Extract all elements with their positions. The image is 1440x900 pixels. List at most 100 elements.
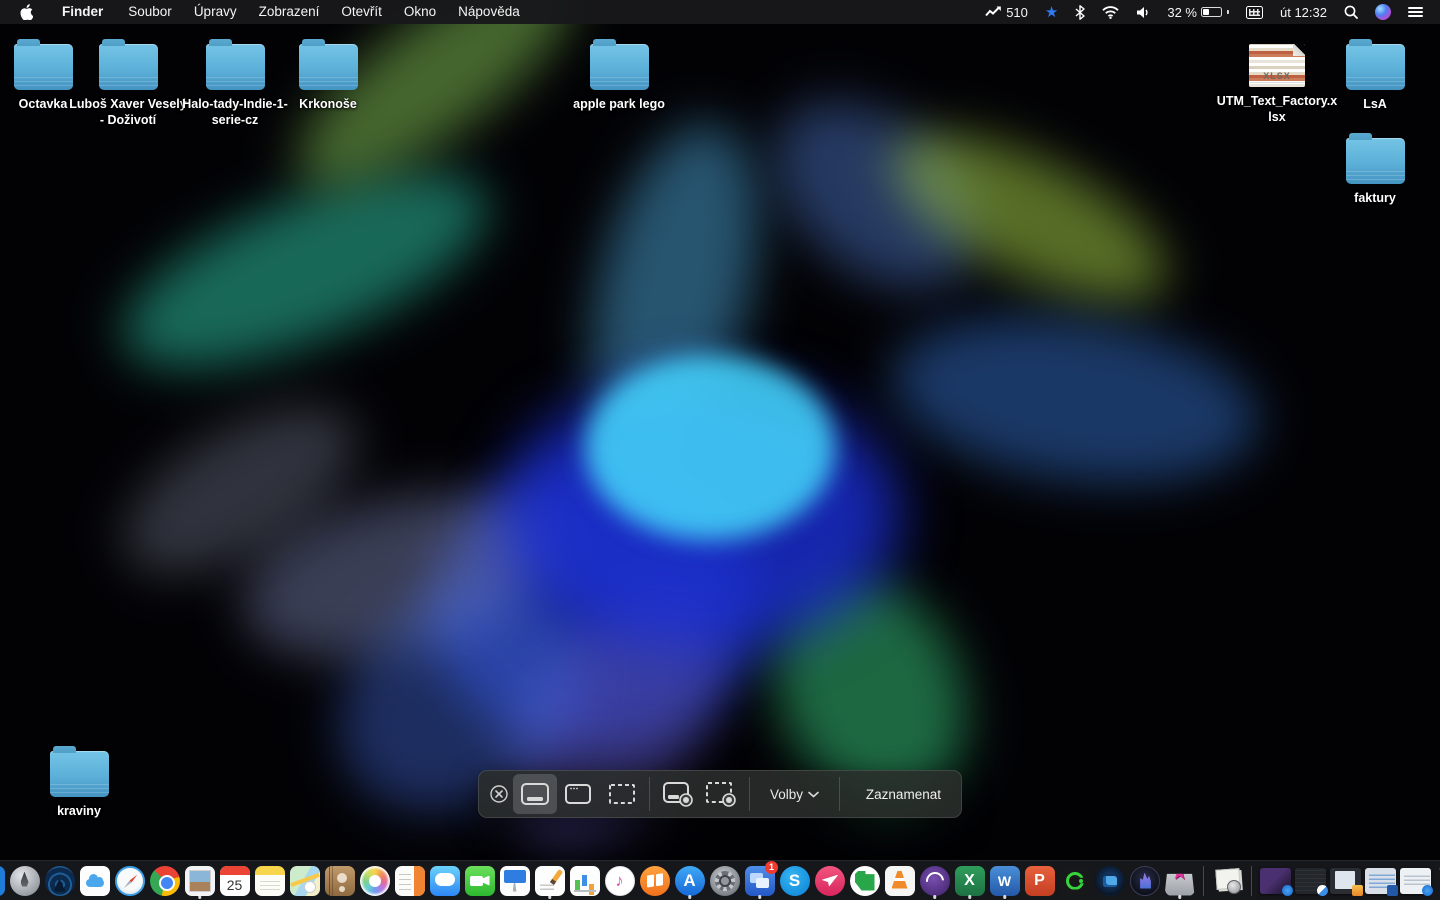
menubar-app-name[interactable]: Finder: [51, 0, 117, 24]
dock-item-minimized-window-doc-2[interactable]: [1400, 863, 1431, 899]
options-label: Volby: [770, 787, 803, 802]
dock-item-launchpad[interactable]: [9, 863, 40, 899]
dock-item-trash[interactable]: [1435, 863, 1440, 899]
wifi-icon: [1102, 6, 1119, 19]
dock-item-minimized-window-doc-1[interactable]: [1365, 863, 1396, 899]
dock-separator: [1203, 866, 1204, 896]
dock-item-chrome[interactable]: [149, 863, 180, 899]
minimized-window-app-badge: [1282, 885, 1293, 896]
dock-item-pages[interactable]: [534, 863, 565, 899]
dock-item-maps[interactable]: [289, 863, 320, 899]
battery-status-item[interactable]: 32 %: [1162, 0, 1234, 24]
dock-item-preview[interactable]: [184, 863, 215, 899]
toolbar-divider: [749, 777, 750, 811]
battery-icon: [1201, 7, 1222, 18]
dock-item-airmail[interactable]: [814, 863, 845, 899]
menu-upravy[interactable]: Úpravy: [183, 0, 248, 24]
capture-window-button[interactable]: [557, 774, 600, 814]
desktop-icon-kraviny[interactable]: kraviny: [17, 745, 141, 820]
close-toolbar-button[interactable]: [485, 785, 513, 803]
dock-item-blue-rings-app[interactable]: [44, 863, 75, 899]
input-source-status-item[interactable]: [1241, 0, 1268, 24]
menu-bar: Finder Soubor Úpravy Zobrazení Otevřít O…: [0, 0, 1440, 24]
dock-item-calculator-notepad-app[interactable]: [394, 863, 425, 899]
dock-item-photos[interactable]: [359, 863, 390, 899]
dock-item-facetime[interactable]: [464, 863, 495, 899]
volume-status-item[interactable]: [1131, 0, 1155, 24]
clock-status-item[interactable]: út 12:32: [1275, 0, 1332, 24]
menu-napoveda[interactable]: Nápověda: [447, 0, 531, 24]
dock-item-robot-app[interactable]: [1094, 863, 1125, 899]
dock-item-notes[interactable]: [254, 863, 285, 899]
spotlight-status-item[interactable]: [1339, 0, 1363, 24]
dock-item-evernote[interactable]: [849, 863, 880, 899]
dock-item-numbers[interactable]: [569, 863, 600, 899]
capture-selection-icon: [608, 782, 636, 806]
dock-item-powerpoint[interactable]: [1024, 863, 1055, 899]
record-entire-screen-button[interactable]: [656, 774, 699, 814]
record-selection-button[interactable]: [700, 774, 743, 814]
capture-entire-screen-button[interactable]: [513, 774, 556, 814]
dock-item-excel[interactable]: [954, 863, 985, 899]
running-indicator: [198, 895, 202, 899]
desktop-icon-krkonose[interactable]: Krkonoše: [266, 38, 390, 113]
dock-item-crystal-city-app[interactable]: [1129, 863, 1160, 899]
dock-item-vlc[interactable]: [884, 863, 915, 899]
minimized-window-app-badge: [1317, 885, 1328, 896]
icon-label: faktury: [1354, 191, 1396, 207]
menu-otevrit[interactable]: Otevřít: [330, 0, 393, 24]
options-dropdown[interactable]: Volby: [756, 774, 833, 814]
dock-item-contacts[interactable]: [324, 863, 355, 899]
blue-rings-app-icon: [45, 866, 75, 896]
dock-item-skype[interactable]: [779, 863, 810, 899]
dock-item-safari[interactable]: [114, 863, 145, 899]
capture-record-button[interactable]: Zaznamenat: [846, 771, 961, 817]
minimized-window-app-badge: [1387, 885, 1398, 896]
dock-item-messages[interactable]: [429, 863, 460, 899]
dock-item-screen-share-app[interactable]: 1: [744, 863, 775, 899]
star-status-item[interactable]: ★: [1040, 0, 1063, 24]
dock-item-keynote[interactable]: [499, 863, 530, 899]
running-indicator: [1178, 895, 1182, 899]
apple-menu[interactable]: [0, 4, 51, 20]
notification-center-icon: [1408, 7, 1423, 17]
capture-selection-button[interactable]: [600, 774, 643, 814]
menu-zobrazeni[interactable]: Zobrazení: [248, 0, 331, 24]
stocks-status-item[interactable]: 510: [980, 0, 1033, 24]
dock-item-photo-stack[interactable]: [1212, 863, 1243, 899]
dock-item-pink-star-box-app[interactable]: [1164, 863, 1195, 899]
dock-item-bittorrent[interactable]: [919, 863, 950, 899]
dock-item-app-store[interactable]: [674, 863, 705, 899]
bluetooth-icon: [1075, 5, 1085, 20]
notification-center-status-item[interactable]: [1403, 0, 1428, 24]
photos-icon: [360, 866, 390, 896]
desktop-icon-lubos-xaver[interactable]: Luboš Xaver Veselý - Doživotí: [66, 38, 190, 128]
star-icon: ★: [1045, 5, 1058, 20]
dock-item-minimized-window-dark-1[interactable]: [1295, 863, 1326, 899]
dock-item-minimized-window-dark-2[interactable]: [1330, 863, 1361, 899]
bluetooth-status-item[interactable]: [1070, 0, 1090, 24]
menu-soubor[interactable]: Soubor: [117, 0, 183, 24]
desktop-icon-lsa[interactable]: LsA: [1313, 38, 1437, 113]
preview-icon: [185, 866, 215, 896]
icon-label: Krkonoše: [299, 97, 357, 113]
dock-item-itunes[interactable]: [604, 863, 635, 899]
desktop-icon-apple-park-lego[interactable]: apple park lego: [557, 38, 681, 113]
dock-item-calendar[interactable]: 25: [219, 863, 250, 899]
pages-icon: [535, 866, 565, 896]
ibooks-icon: [640, 866, 670, 896]
dock-item-icloud-drive[interactable]: [79, 863, 110, 899]
dock-item-minimized-window-appstore[interactable]: [1260, 863, 1291, 899]
apple-logo-icon: [20, 4, 33, 20]
dock-item-system-preferences[interactable]: [709, 863, 740, 899]
wifi-status-item[interactable]: [1097, 0, 1124, 24]
folder-icon: [299, 44, 358, 90]
dock-item-word[interactable]: [989, 863, 1020, 899]
dock-item-green-ring-app[interactable]: [1059, 863, 1090, 899]
menu-okno[interactable]: Okno: [393, 0, 447, 24]
dock-item-finder[interactable]: [0, 863, 5, 899]
desktop-icon-faktury[interactable]: faktury: [1313, 132, 1437, 207]
dock-item-ibooks[interactable]: [639, 863, 670, 899]
xlsx-badge: XLSX: [1249, 71, 1305, 81]
siri-status-item[interactable]: [1370, 0, 1396, 24]
